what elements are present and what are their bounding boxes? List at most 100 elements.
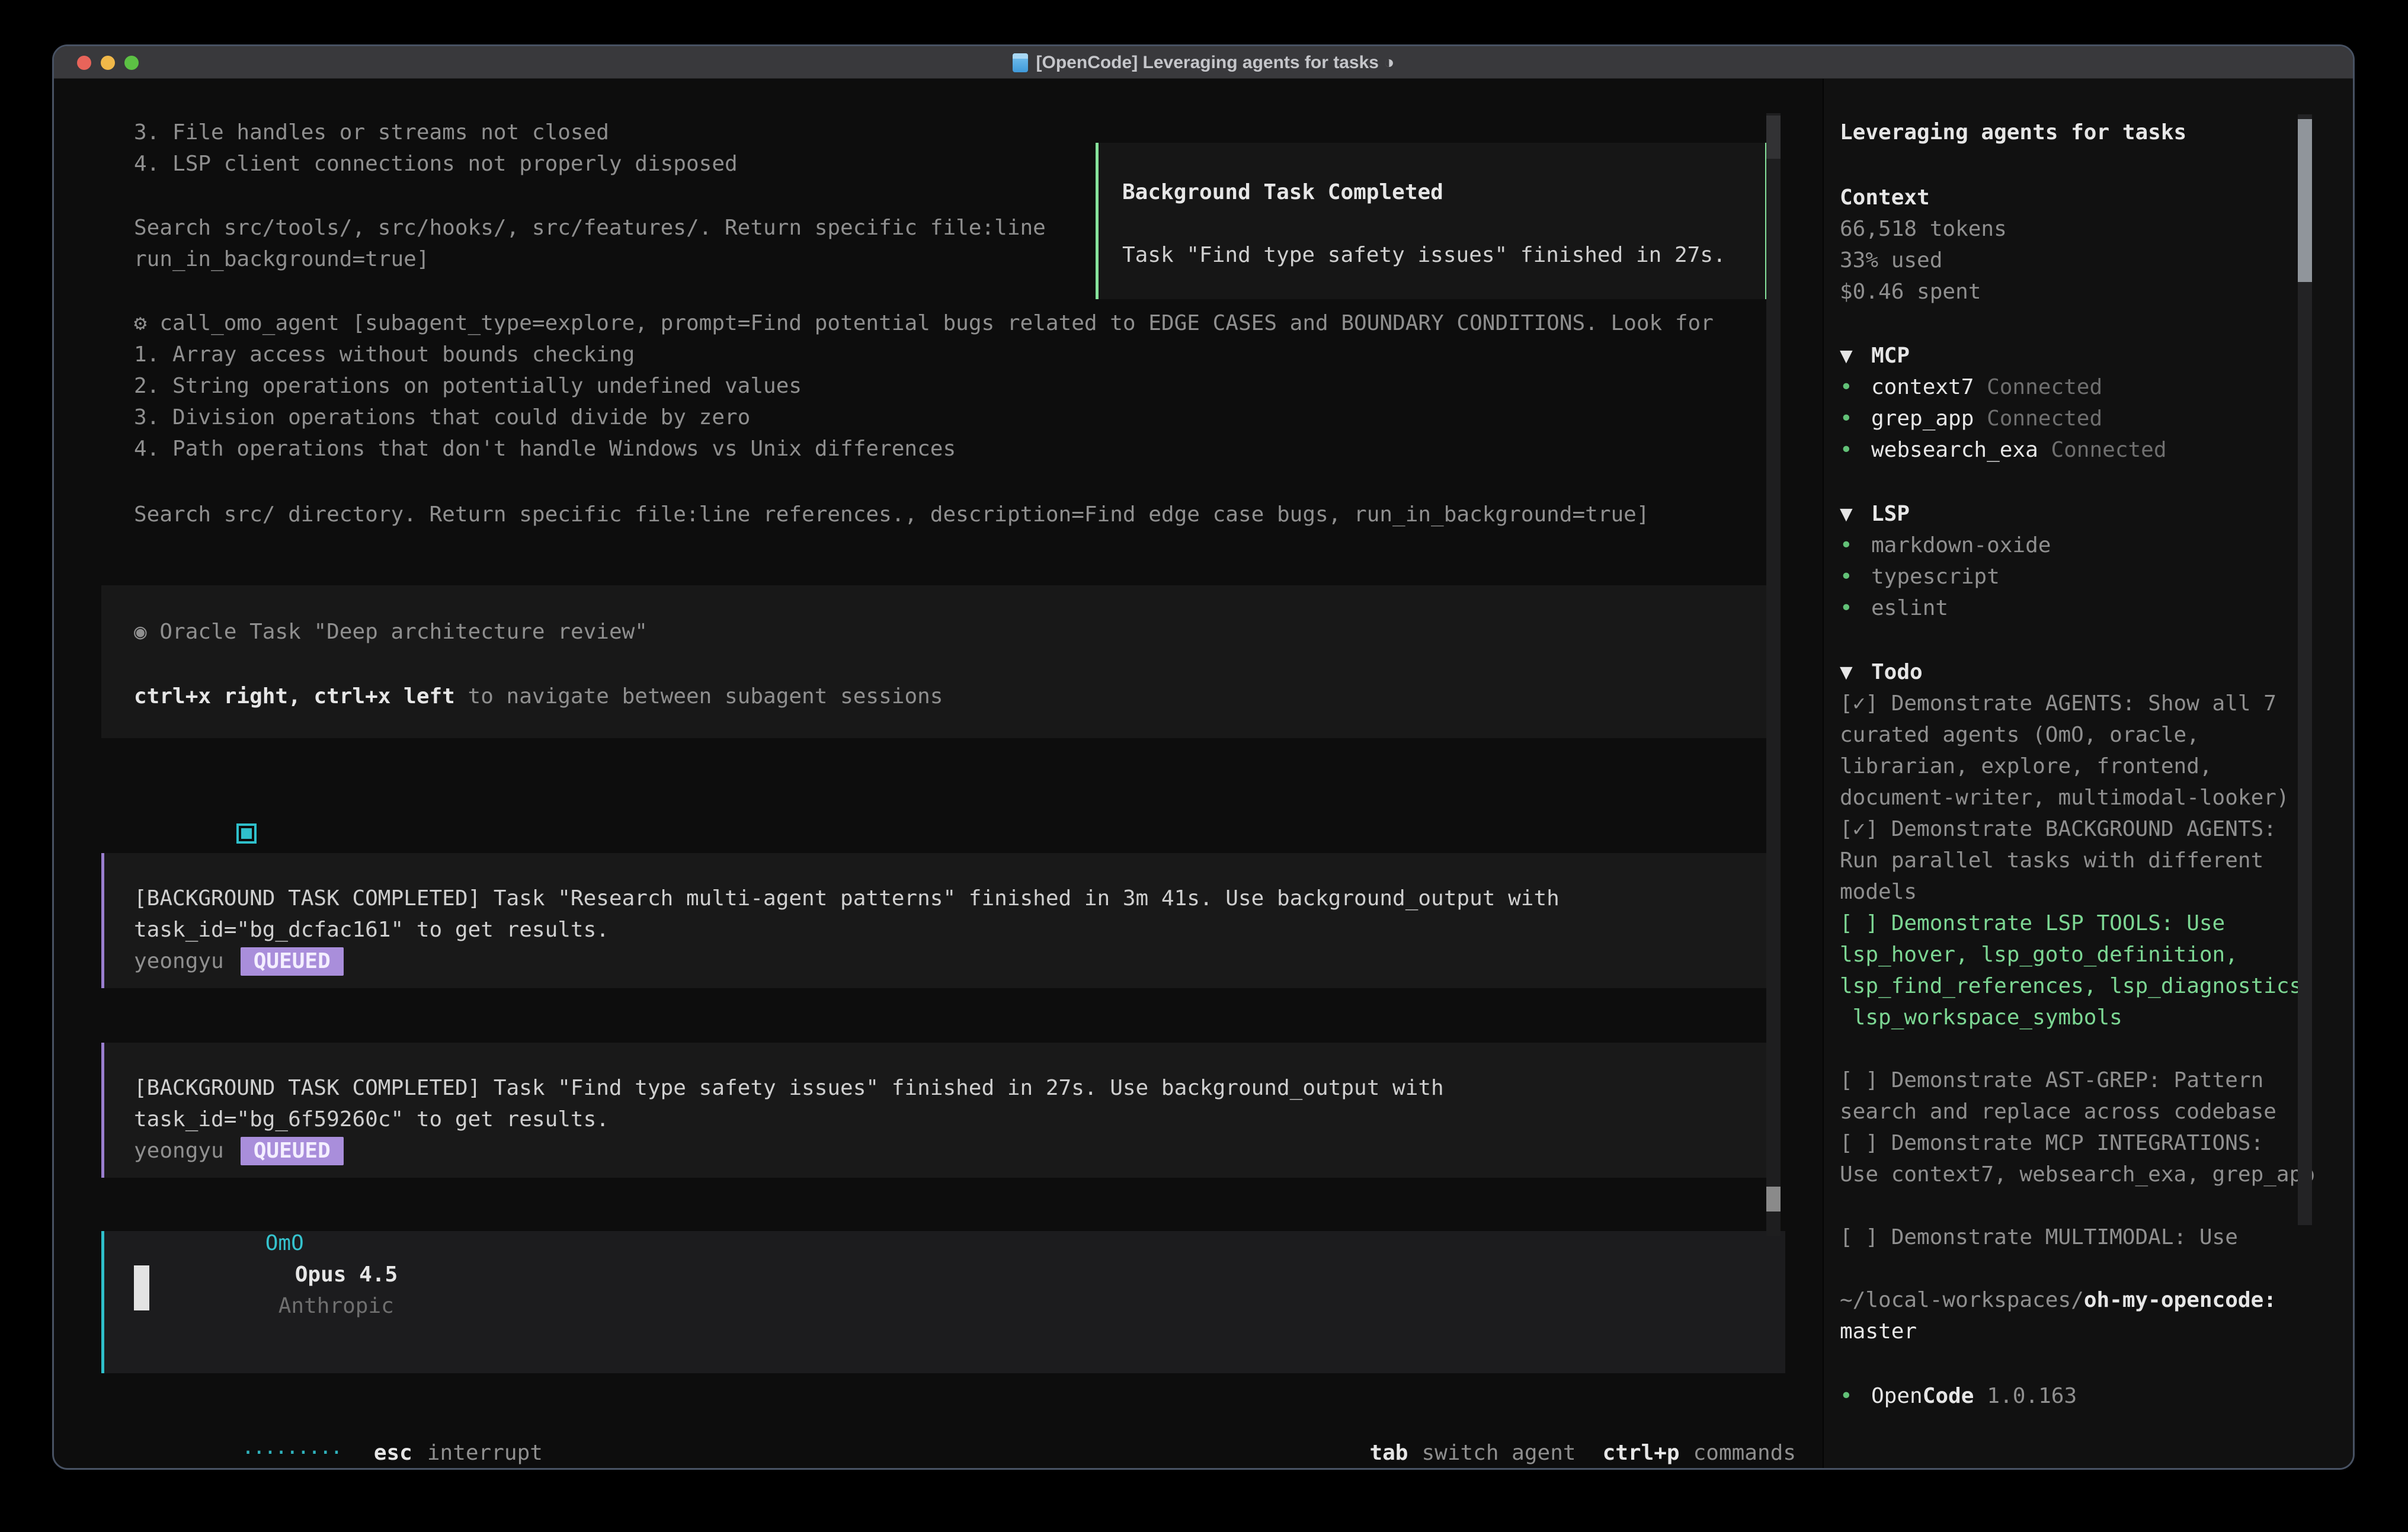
status-dot-icon: • — [1840, 371, 1871, 403]
status-badge: QUEUED — [241, 947, 344, 976]
mcp-status — [2038, 438, 2051, 462]
todo-line: search and replace across codebase — [1840, 1096, 2329, 1127]
todo-line: Use context7, websearch_exa, grep_app — [1840, 1159, 2329, 1190]
todo-line: Run parallel tasks with different — [1840, 845, 2329, 876]
workspace-path: ~/local-workspaces/oh-my-opencode: — [1840, 1284, 2329, 1316]
status-dot-icon: • — [1840, 1380, 1871, 1412]
mcp-section-header[interactable]: ▼MCP — [1840, 340, 2329, 371]
task-message-meta: yeongyu QUEUED — [134, 946, 1737, 977]
task-message-card[interactable]: [BACKGROUND TASK COMPLETED] Task "Find t… — [101, 1043, 1769, 1178]
todo-line: [ ] Demonstrate AST-GREP: Pattern — [1840, 1065, 2329, 1096]
gear-icon: ⚙ — [134, 311, 147, 335]
status-right: tabswitch agentctrl+pcommands — [1241, 1400, 1796, 1470]
record-icon: ◉ — [134, 620, 147, 644]
todo-line: [✓] Demonstrate BACKGROUND AGENTS: — [1840, 813, 2329, 845]
task-message-line1: [BACKGROUND TASK COMPLETED] Task "Resear… — [134, 883, 1737, 914]
lsp-section-header[interactable]: ▼LSP — [1840, 498, 2329, 530]
todo-line-active: lsp_find_references, lsp_diagnostics, — [1840, 970, 2329, 1002]
mcp-status — [1974, 406, 1987, 431]
tool-call-line: ⚙ call_omo_agent [subagent_type=explore,… — [134, 307, 1714, 339]
window-title: [OpenCode] Leveraging agents for tasks ◑ — [1036, 53, 1395, 73]
oracle-task-card[interactable]: ◉ Oracle Task "Deep architecture review"… — [101, 585, 1769, 738]
sidebar-session-title: Leveraging agents for tasks — [1840, 117, 2329, 148]
todo-line: models — [1840, 876, 2329, 908]
terminal-main-pane[interactable]: 3. File handles or streams not closed 4.… — [54, 79, 1823, 1470]
agent-icon — [236, 823, 257, 844]
todo-line: librarian, explore, frontend, — [1840, 751, 2329, 782]
action-interrupt: interrupt — [427, 1441, 543, 1465]
input-provider-label: Anthropic — [278, 1294, 394, 1318]
task-message-card[interactable]: [BACKGROUND TASK COMPLETED] Task "Resear… — [101, 853, 1769, 988]
todo-line: document-writer, multimodal-looker) — [1840, 782, 2329, 813]
lsp-item: •typescript — [1840, 561, 2329, 592]
status-dot-icon: • — [1840, 403, 1871, 434]
version-line: •OpenCode1.0.163 — [1840, 1380, 2329, 1412]
context-spent: $0.46 spent — [1840, 276, 2329, 307]
mcp-item: •grep_app Connected — [1840, 403, 2329, 434]
app-window: [OpenCode] Leveraging agents for tasks ◑… — [52, 44, 2355, 1470]
todo-section-header[interactable]: ▼Todo — [1840, 656, 2329, 688]
todo-line-active: lsp_workspace_symbols — [1840, 1002, 2329, 1033]
window-titlebar: [OpenCode] Leveraging agents for tasks ◑ — [54, 46, 2353, 79]
lsp-item: •markdown-oxide — [1840, 530, 2329, 561]
task-message-line1: [BACKGROUND TASK COMPLETED] Task "Find t… — [134, 1072, 1737, 1104]
prompt-input[interactable]: OmO Opus 4.5 Anthropic — [101, 1231, 1785, 1373]
status-dot-icon: • — [1840, 530, 1871, 561]
session-sidebar[interactable]: Leveraging agents for tasks Context 66,5… — [1823, 79, 2353, 1470]
todo-heading: Todo — [1871, 660, 1923, 684]
main-scrollbar-thumb[interactable] — [1766, 1187, 1781, 1212]
workspace-prefix: ~/local-workspaces/ — [1840, 1288, 2084, 1312]
app-version: 1.0.163 — [1987, 1384, 2077, 1408]
sidebar-scrollbar-thumb[interactable] — [2298, 119, 2312, 282]
task-author: yeongyu — [134, 949, 224, 973]
mcp-name: context7 — [1871, 375, 1974, 399]
status-bar: ·········escinterrupt tabswitch agentctr… — [54, 1400, 1823, 1435]
context-tokens: 66,518 tokens — [1840, 213, 2329, 245]
main-scrollbar-segment[interactable] — [1766, 116, 1781, 159]
status-badge: QUEUED — [241, 1137, 344, 1165]
workspace-repo: oh-my-opencode: — [2084, 1288, 2276, 1312]
terminal-line: run_in_background=true] — [134, 243, 430, 275]
tool-call-item: 2. String operations on potentially unde… — [134, 370, 802, 402]
document-icon — [1013, 53, 1028, 72]
input-model-label[interactable]: Opus 4.5 — [295, 1262, 398, 1287]
lsp-item: •eslint — [1840, 592, 2329, 624]
todo-line-active: [ ] Demonstrate LSP TOOLS: Use — [1840, 908, 2329, 939]
workspace-branch: master — [1840, 1316, 2329, 1347]
context-used: 33% used — [1840, 245, 2329, 276]
chevron-down-icon: ▼ — [1840, 656, 1871, 688]
mcp-status — [1974, 375, 1987, 399]
task-message-line2: task_id="bg_6f59260c" to get results. — [134, 1104, 1737, 1135]
toast-title: Background Task Completed — [1122, 177, 1741, 208]
hint-key-left: ctrl+x left — [313, 684, 467, 709]
hint-text: to navigate between subagent sessions — [468, 684, 943, 709]
spinner-dots: ········· — [242, 1441, 341, 1465]
context-heading: Context — [1840, 182, 2329, 213]
lsp-name: typescript — [1871, 565, 2000, 589]
task-author: yeongyu — [134, 1139, 224, 1163]
tool-call-item: 3. Division operations that could divide… — [134, 402, 750, 433]
key-tab: tab — [1369, 1441, 1408, 1465]
status-left: ········· esc interrupt — [113, 1400, 543, 1470]
tool-call-item: 1. Array access without bounds checking — [134, 339, 635, 370]
status-dot-icon: • — [1840, 592, 1871, 624]
lsp-name: eslint — [1871, 596, 1948, 620]
chevron-down-icon: ▼ — [1840, 340, 1871, 371]
mcp-item: •websearch_exa Connected — [1840, 434, 2329, 466]
oracle-task-title: Oracle Task "Deep architecture review" — [159, 620, 648, 644]
mcp-name: websearch_exa — [1871, 438, 2038, 462]
key-esc: esc — [374, 1441, 412, 1465]
tool-call-item: 4. Path operations that don't handle Win… — [134, 433, 956, 464]
todo-line: [ ] Demonstrate MCP INTEGRATIONS: — [1840, 1127, 2329, 1159]
hint-key-right: ctrl+x right, — [134, 684, 313, 709]
status-dot-icon: • — [1840, 434, 1871, 466]
input-footer: OmO Opus 4.5 Anthropic — [137, 1196, 398, 1353]
main-scrollbar-track[interactable] — [1766, 113, 1781, 1236]
chevron-down-icon: ▼ — [1840, 498, 1871, 530]
mcp-name: grep_app — [1871, 406, 1974, 431]
todo-line: curated agents (OmO, oracle, — [1840, 719, 2329, 751]
mcp-status-text: Connected — [1987, 375, 2102, 399]
background-task-toast[interactable]: Background Task Completed Task "Find typ… — [1096, 143, 1768, 299]
input-agent-label: OmO — [265, 1231, 304, 1255]
app-name: Open — [1871, 1384, 1923, 1408]
